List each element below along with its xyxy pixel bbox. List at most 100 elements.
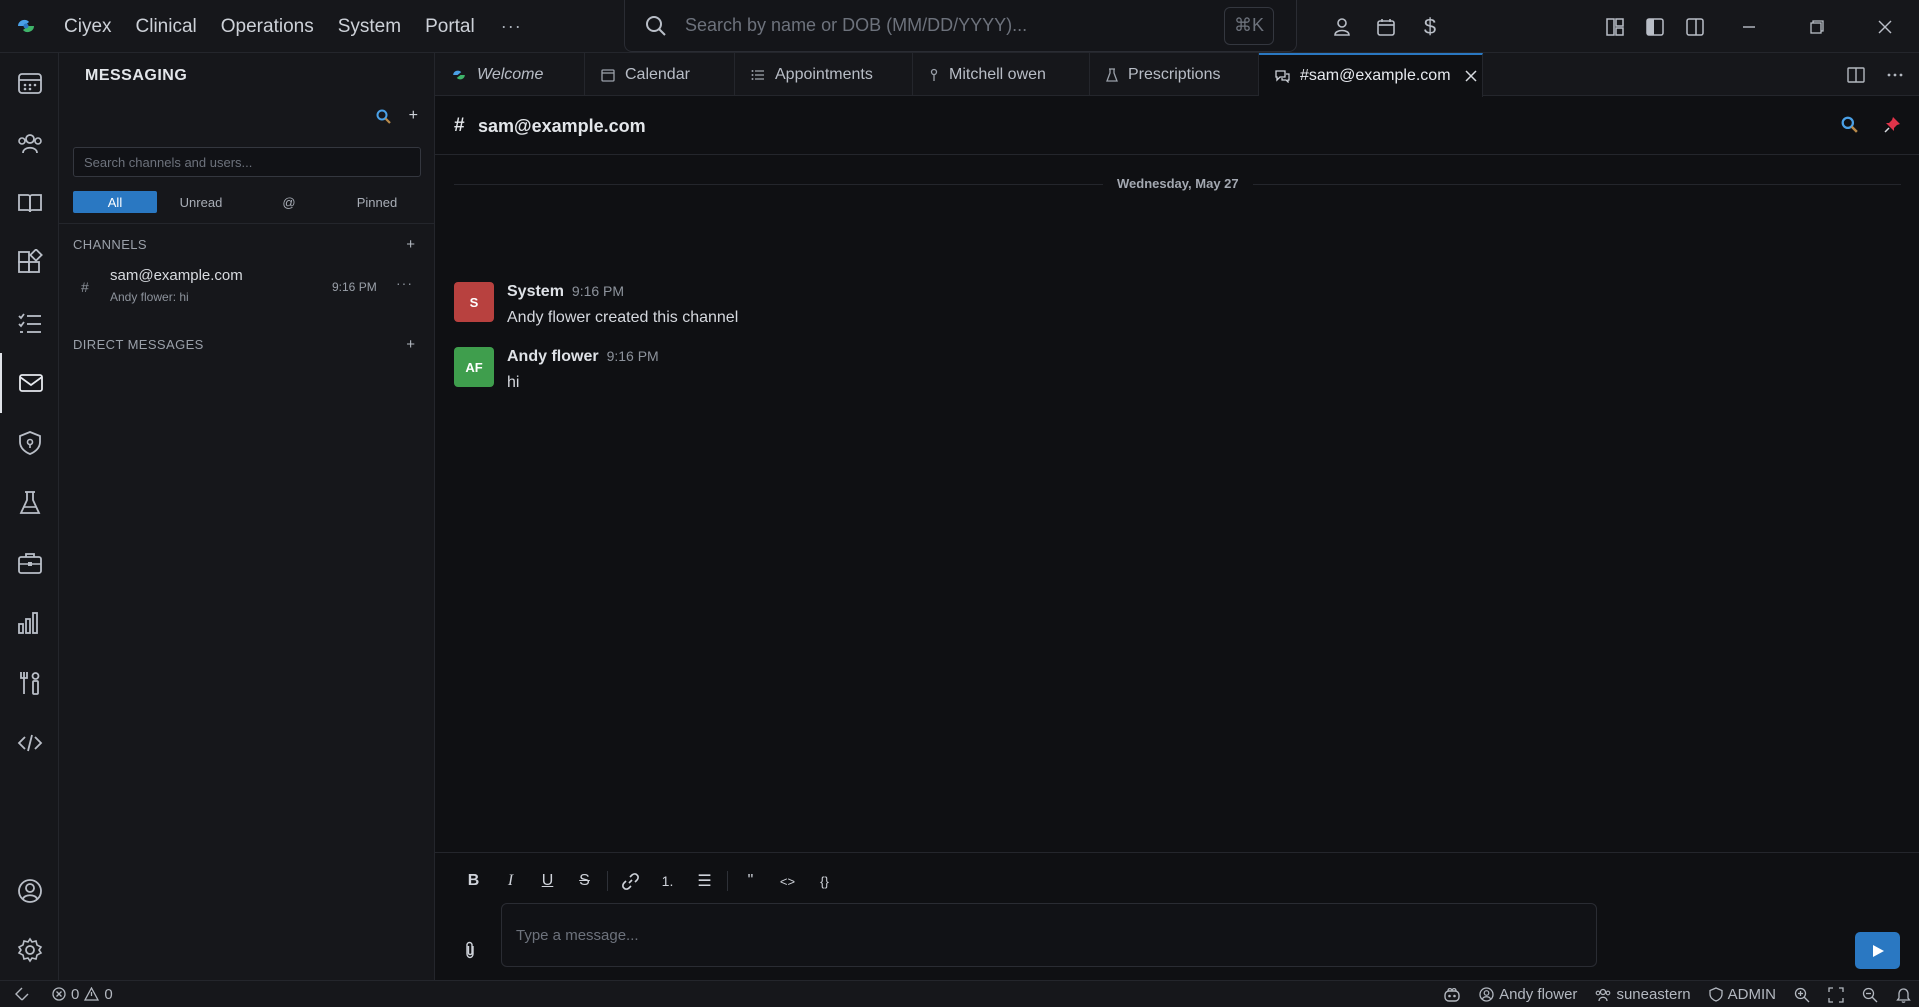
channel-list-item[interactable]: # sam@example.com Andy flower: hi 9:16 P… [59, 261, 435, 313]
search-messages-icon[interactable] [1841, 116, 1858, 133]
more-menu-icon[interactable]: ··· [487, 16, 536, 37]
minimize-icon[interactable] [1715, 0, 1783, 53]
checklist-icon[interactable] [0, 293, 59, 353]
split-editor-icon[interactable] [1847, 66, 1865, 83]
calendar-icon[interactable] [1364, 0, 1408, 53]
toggle-panel-icon[interactable] [1675, 0, 1715, 53]
channel-search-input[interactable] [73, 147, 421, 177]
book-icon[interactable] [0, 173, 59, 233]
new-message-button[interactable]: + [409, 107, 418, 125]
filter-mentions[interactable]: @ [245, 191, 333, 213]
tab-calendar[interactable]: Calendar [585, 53, 735, 96]
remote-connection-icon[interactable] [14, 986, 30, 1002]
tab-welcome[interactable]: Welcome [435, 53, 585, 96]
status-role[interactable]: ADMIN [1709, 986, 1776, 1003]
sidebar-search-icon[interactable] [376, 109, 391, 124]
messaging-sidebar: MESSAGING + All Unread @ Pinned CHANNELS… [59, 53, 435, 980]
message-item: AF Andy flower 9:16 PM hi [454, 347, 1854, 397]
message-text: hi [507, 374, 520, 391]
search-input[interactable] [685, 15, 1224, 36]
reports-bar-chart-icon[interactable] [0, 593, 59, 653]
problems-counter[interactable]: 0 0 [52, 986, 113, 1003]
channels-label: CHANNELS [73, 237, 147, 252]
code-block-button[interactable]: {} [806, 867, 843, 895]
layout-grid-icon[interactable] [1595, 0, 1635, 53]
add-direct-message-button[interactable]: + [406, 336, 421, 353]
message-text: Andy flower created this channel [507, 309, 739, 326]
fullscreen-icon[interactable] [1828, 986, 1844, 1003]
tab-appointments[interactable]: Appointments [735, 53, 913, 96]
messaging-mail-icon[interactable] [0, 353, 59, 413]
status-user[interactable]: Andy flower [1479, 986, 1577, 1003]
calendar-grid-icon[interactable] [0, 53, 59, 113]
tab-label: Calendar [625, 65, 690, 83]
send-button[interactable] [1855, 932, 1900, 969]
channel-more-icon[interactable]: ··· [396, 275, 413, 291]
close-window-icon[interactable] [1851, 0, 1919, 53]
more-actions-icon[interactable] [1887, 73, 1903, 77]
user-icon[interactable] [1320, 0, 1364, 53]
search-icon [645, 15, 667, 37]
ciyex-logo-icon[interactable] [0, 0, 52, 53]
zoom-out-icon[interactable] [1862, 987, 1878, 1003]
copilot-icon[interactable] [1443, 987, 1461, 1003]
titlebar-tools: $ [1320, 0, 1452, 53]
message-header: Andy flower 9:16 PM [507, 348, 659, 366]
tab-sam-channel[interactable]: #sam@example.com [1259, 53, 1483, 97]
message-header: System 9:16 PM [507, 283, 624, 301]
filter-unread[interactable]: Unread [157, 191, 245, 213]
underline-button[interactable]: U [529, 867, 566, 895]
toggle-sidebar-icon[interactable] [1635, 0, 1675, 53]
calendar-icon [601, 68, 615, 82]
inline-code-button[interactable]: <> [769, 867, 806, 895]
ordered-list-button[interactable]: 1. [649, 867, 686, 895]
tab-prescriptions[interactable]: Prescriptions [1090, 53, 1259, 96]
menu-operations[interactable]: Operations [209, 0, 326, 53]
filter-pinned[interactable]: Pinned [333, 191, 421, 213]
restore-icon[interactable] [1783, 0, 1851, 53]
attachment-paperclip-icon[interactable] [463, 941, 477, 959]
list-icon [751, 68, 765, 82]
bullet-list-button[interactable]: ☰ [686, 867, 723, 895]
message-composer: B I U S 1. ☰ " <> {} [435, 852, 1919, 980]
tab-mitchell-owen[interactable]: Mitchell owen [913, 53, 1090, 96]
error-circle-icon [52, 987, 66, 1001]
tab-label: Appointments [775, 65, 873, 83]
message-time: 9:16 PM [606, 348, 659, 364]
status-org-name: suneastern [1616, 986, 1691, 1003]
menu-ciyex[interactable]: Ciyex [52, 0, 124, 53]
billing-dollar-icon[interactable]: $ [1408, 0, 1452, 53]
status-org[interactable]: suneastern [1595, 986, 1691, 1003]
close-tab-icon[interactable] [1464, 70, 1477, 82]
patients-group-icon[interactable] [0, 113, 59, 173]
tools-icon[interactable] [0, 653, 59, 713]
lab-flask-icon[interactable] [0, 473, 59, 533]
menu-clinical[interactable]: Clinical [124, 0, 209, 53]
filter-all[interactable]: All [73, 191, 157, 213]
sidebar-tools: + [376, 107, 418, 125]
briefcase-icon[interactable] [0, 533, 59, 593]
tab-label: Welcome [477, 65, 544, 83]
notifications-bell-icon[interactable] [1896, 987, 1911, 1003]
menu-portal[interactable]: Portal [413, 0, 487, 53]
person-icon [929, 68, 939, 82]
bold-button[interactable]: B [455, 867, 492, 895]
shield-icon[interactable] [0, 413, 59, 473]
account-icon[interactable] [0, 861, 59, 921]
direct-messages-label: DIRECT MESSAGES [73, 337, 204, 352]
code-icon[interactable] [0, 713, 59, 773]
status-role-label: ADMIN [1727, 986, 1776, 1003]
strikethrough-button[interactable]: S [566, 867, 603, 895]
message-input[interactable] [501, 903, 1597, 967]
quote-button[interactable]: " [732, 867, 769, 895]
pin-icon[interactable] [1884, 116, 1901, 133]
apps-icon[interactable] [0, 233, 59, 293]
menu-system[interactable]: System [326, 0, 413, 53]
divider [607, 871, 608, 891]
zoom-in-icon[interactable] [1794, 987, 1810, 1003]
add-channel-button[interactable]: + [406, 236, 421, 253]
status-user-name: Andy flower [1499, 986, 1578, 1003]
settings-gear-icon[interactable] [0, 920, 59, 980]
link-icon[interactable] [612, 867, 649, 895]
italic-button[interactable]: I [492, 867, 529, 895]
